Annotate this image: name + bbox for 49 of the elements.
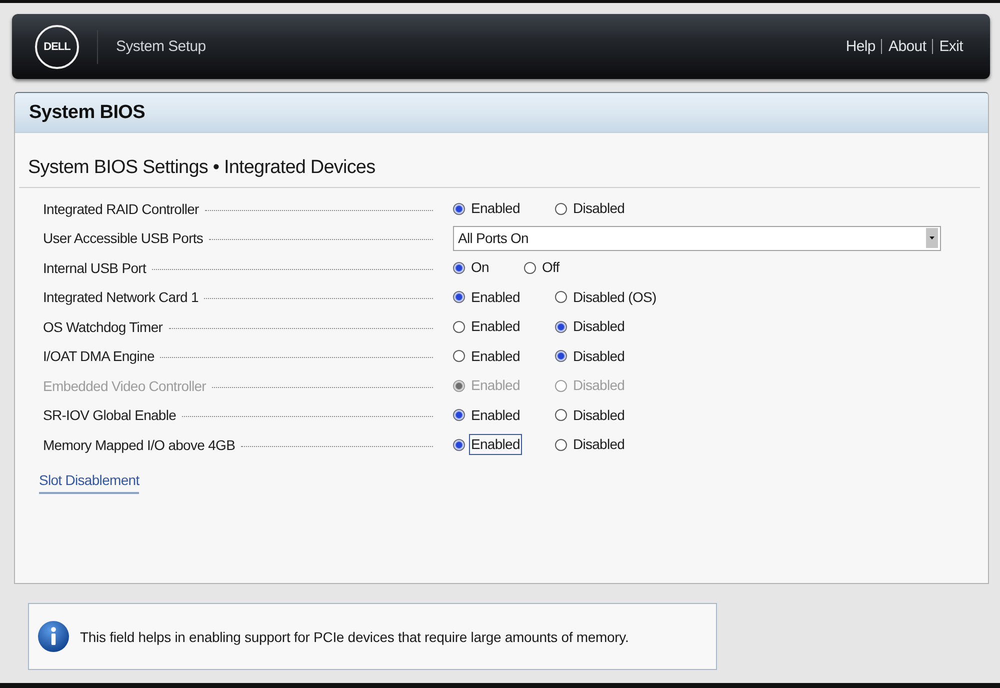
app-title: System Setup xyxy=(116,38,206,55)
panel-title: System BIOS xyxy=(29,102,146,124)
radio-button[interactable] xyxy=(554,409,567,422)
setting-label: Integrated RAID Controller xyxy=(43,200,199,217)
setting-label: Embedded Video Controller xyxy=(43,378,206,394)
info-icon xyxy=(38,621,69,652)
setting-label: OS Watchdog Timer xyxy=(43,318,163,335)
option-label[interactable]: Off xyxy=(540,257,562,278)
help-text: This field helps in enabling support for PCIe devices that require large amounts of memory. xyxy=(80,628,629,644)
option-label[interactable]: Disabled xyxy=(570,198,627,220)
setting-label: I/OAT DMA Engine xyxy=(43,348,154,364)
radio-button[interactable] xyxy=(524,262,536,274)
header-link[interactable]: Help xyxy=(846,38,876,55)
option-label[interactable]: Enabled xyxy=(469,316,522,338)
header-link[interactable]: About xyxy=(888,38,926,55)
header-link[interactable]: Exit xyxy=(939,38,963,55)
setting-label: Memory Mapped I/O above 4GB xyxy=(43,436,236,453)
option-label[interactable]: Disabled xyxy=(570,434,627,456)
option-label[interactable]: Enabled xyxy=(469,198,522,220)
radio-button[interactable] xyxy=(554,350,567,362)
caret-icon[interactable] xyxy=(926,228,938,248)
radio-button[interactable] xyxy=(554,320,567,333)
submenu-link[interactable]: Slot Disablement xyxy=(39,470,140,494)
setting-label: SR-IOV Global Enable xyxy=(43,407,176,424)
setting-label: Integrated Network Card 1 xyxy=(43,289,198,306)
radio-button[interactable] xyxy=(453,202,465,215)
radio-button[interactable] xyxy=(453,350,465,362)
logo: DELL xyxy=(35,24,79,68)
option-label[interactable]: Enabled xyxy=(469,404,522,426)
radio-button[interactable] xyxy=(453,409,465,422)
radio-button[interactable] xyxy=(453,320,465,333)
radio-button[interactable] xyxy=(554,438,567,451)
radio-button[interactable] xyxy=(453,291,465,304)
option-label[interactable]: Disabled (OS) xyxy=(570,286,658,308)
option-label[interactable]: On xyxy=(469,257,491,278)
section-heading: System BIOS Settings • Integrated Devices xyxy=(28,156,376,180)
radio-button[interactable] xyxy=(453,262,465,274)
option-label[interactable]: Enabled xyxy=(469,286,522,308)
radio-button[interactable] xyxy=(554,291,567,304)
radio-button[interactable] xyxy=(554,202,567,215)
radio-button[interactable] xyxy=(453,438,465,451)
option-label[interactable]: Enabled xyxy=(469,346,522,367)
option-label[interactable]: Disabled xyxy=(570,404,627,426)
setting-label: User Accessible USB Ports xyxy=(43,230,204,246)
option-label[interactable]: Enabled xyxy=(469,434,522,456)
option-label[interactable]: Disabled xyxy=(570,346,627,367)
setting-label: Internal USB Port xyxy=(43,260,146,276)
dropdown[interactable]: All Ports On xyxy=(453,226,941,251)
option-label[interactable]: Disabled xyxy=(570,316,627,338)
